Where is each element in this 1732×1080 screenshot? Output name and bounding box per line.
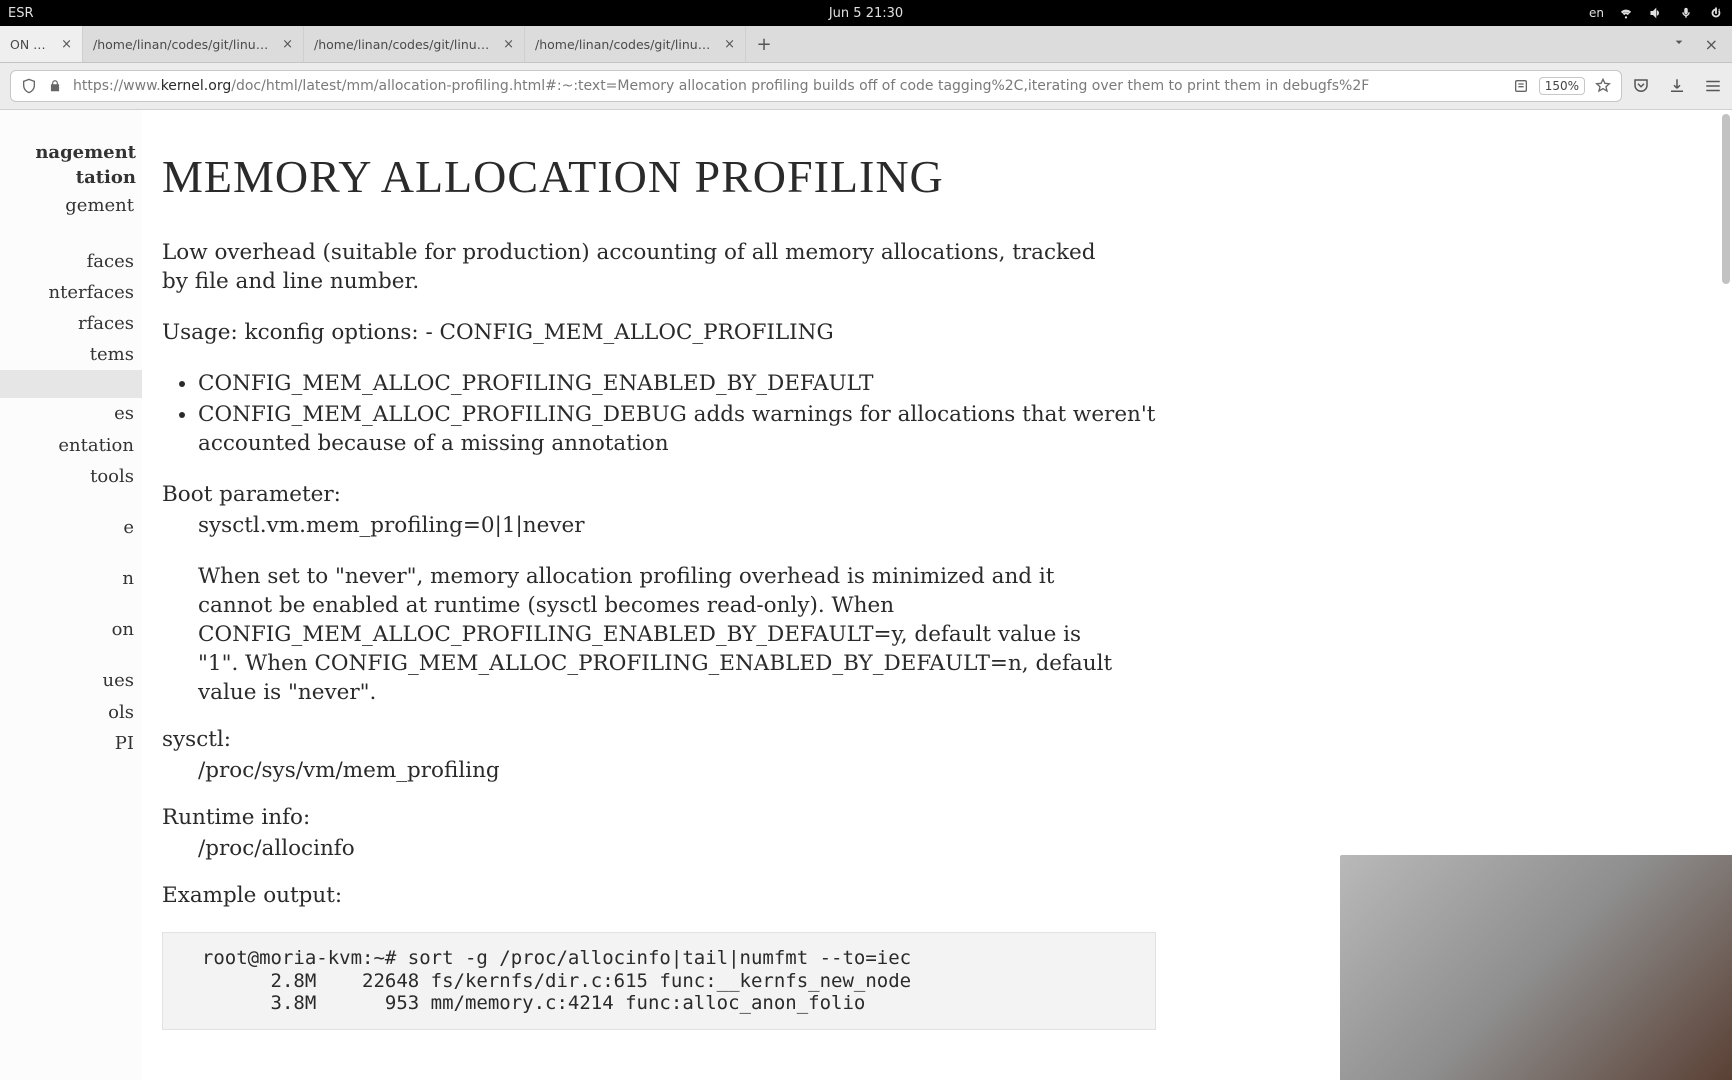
browser-tab[interactable]: /home/linan/codes/git/linux… ×: [525, 26, 746, 62]
page-title: MEMORY ALLOCATION PROFILING: [162, 146, 1692, 208]
boot-sysctl-line: sysctl.vm.mem_profiling=0|1|never: [198, 511, 1118, 540]
sidebar-item[interactable]: on: [0, 614, 142, 645]
hamburger-menu-icon[interactable]: [1704, 77, 1722, 95]
doc-sidebar[interactable]: nagement tation gement faces nterfaces r…: [0, 110, 142, 1080]
power-icon[interactable]: [1708, 5, 1724, 21]
close-icon[interactable]: ×: [724, 38, 735, 51]
close-icon[interactable]: ×: [282, 38, 293, 51]
sidebar-heading: tation: [0, 165, 142, 190]
sidebar-item[interactable]: entation: [0, 430, 142, 461]
sidebar-item[interactable]: es: [0, 398, 142, 429]
browser-tab[interactable]: ON PRO… ×: [0, 26, 83, 62]
top-left-app[interactable]: ESR: [8, 6, 34, 21]
kconfig-list: CONFIG_MEM_ALLOC_PROFILING_ENABLED_BY_DE…: [162, 369, 1158, 458]
close-icon[interactable]: ×: [503, 38, 514, 51]
usage-paragraph: Usage: kconfig options: - CONFIG_MEM_ALL…: [162, 318, 1122, 347]
code-block: root@moria-kvm:~# sort -g /proc/allocinf…: [162, 932, 1156, 1029]
runtime-info-label: Runtime info:: [162, 803, 1692, 832]
tab-title: /home/linan/codes/git/linux…: [535, 37, 716, 52]
browser-tab[interactable]: /home/linan/codes/git/linux… ×: [83, 26, 304, 62]
tab-title: /home/linan/codes/git/linux…: [314, 37, 495, 52]
pocket-icon[interactable]: [1632, 77, 1650, 95]
sidebar-item: [0, 492, 142, 512]
url-bar[interactable]: https://www.kernel.org/doc/html/latest/m…: [10, 70, 1622, 102]
scrollbar[interactable]: [1722, 114, 1730, 284]
sidebar-item[interactable]: tems: [0, 339, 142, 370]
input-lang[interactable]: en: [1589, 6, 1604, 20]
lock-icon[interactable]: [47, 78, 63, 94]
sidebar-item: [0, 645, 142, 665]
sidebar-item: [0, 594, 142, 614]
boot-explanation: When set to "never", memory allocation p…: [198, 562, 1118, 707]
intro-paragraph: Low overhead (suitable for production) a…: [162, 238, 1122, 296]
gnome-top-bar: ESR Jun 5 21:30 en: [0, 0, 1732, 26]
zoom-level[interactable]: 150%: [1539, 77, 1585, 95]
browser-window: ON PRO… × /home/linan/codes/git/linux… ×…: [0, 26, 1732, 1080]
new-tab-button[interactable]: +: [746, 26, 782, 62]
mic-icon[interactable]: [1678, 5, 1694, 21]
tab-strip: ON PRO… × /home/linan/codes/git/linux… ×…: [0, 26, 1732, 63]
downloads-icon[interactable]: [1668, 77, 1686, 95]
sidebar-item[interactable]: nterfaces: [0, 277, 142, 308]
sidebar-item[interactable]: tools: [0, 461, 142, 492]
volume-icon[interactable]: [1648, 5, 1664, 21]
sidebar-item[interactable]: n: [0, 563, 142, 594]
tab-title: /home/linan/codes/git/linux…: [93, 37, 274, 52]
url-text: https://www.kernel.org/doc/html/latest/m…: [73, 78, 1503, 94]
sidebar-item[interactable]: faces: [0, 246, 142, 277]
sidebar-item[interactable]: e: [0, 512, 142, 543]
shield-icon[interactable]: [21, 78, 37, 94]
sidebar-item[interactable]: ues: [0, 665, 142, 696]
sidebar-item[interactable]: rfaces: [0, 308, 142, 339]
sidebar-item[interactable]: [0, 370, 142, 398]
webcam-overlay: [1340, 855, 1732, 1080]
page-content: nagement tation gement faces nterfaces r…: [0, 110, 1732, 1080]
sidebar-heading: nagement: [0, 140, 142, 165]
sysctl-path: /proc/sys/vm/mem_profiling: [198, 756, 1118, 785]
sidebar-item[interactable]: ols: [0, 697, 142, 728]
sidebar-item[interactable]: gement: [0, 190, 142, 221]
bookmark-star-icon[interactable]: [1595, 78, 1611, 94]
sidebar-item[interactable]: PI: [0, 728, 142, 759]
boot-param-label: Boot parameter:: [162, 480, 1692, 509]
browser-tab[interactable]: /home/linan/codes/git/linux… ×: [304, 26, 525, 62]
close-icon[interactable]: ×: [61, 38, 72, 51]
sysctl-label: sysctl:: [162, 725, 1692, 754]
list-item: CONFIG_MEM_ALLOC_PROFILING_ENABLED_BY_DE…: [198, 369, 1158, 398]
tab-title: ON PRO…: [10, 37, 53, 52]
toolbar: https://www.kernel.org/doc/html/latest/m…: [0, 63, 1732, 110]
top-clock[interactable]: Jun 5 21:30: [829, 6, 903, 21]
runtime-info-path: /proc/allocinfo: [198, 834, 1118, 863]
list-tabs-button[interactable]: [1671, 34, 1687, 54]
sidebar-item: [0, 222, 142, 246]
sidebar-item: [0, 543, 142, 563]
wifi-icon[interactable]: [1618, 5, 1634, 21]
window-close-button[interactable]: ×: [1705, 35, 1718, 54]
list-item: CONFIG_MEM_ALLOC_PROFILING_DEBUG adds wa…: [198, 400, 1158, 458]
reader-mode-icon[interactable]: [1513, 78, 1529, 94]
